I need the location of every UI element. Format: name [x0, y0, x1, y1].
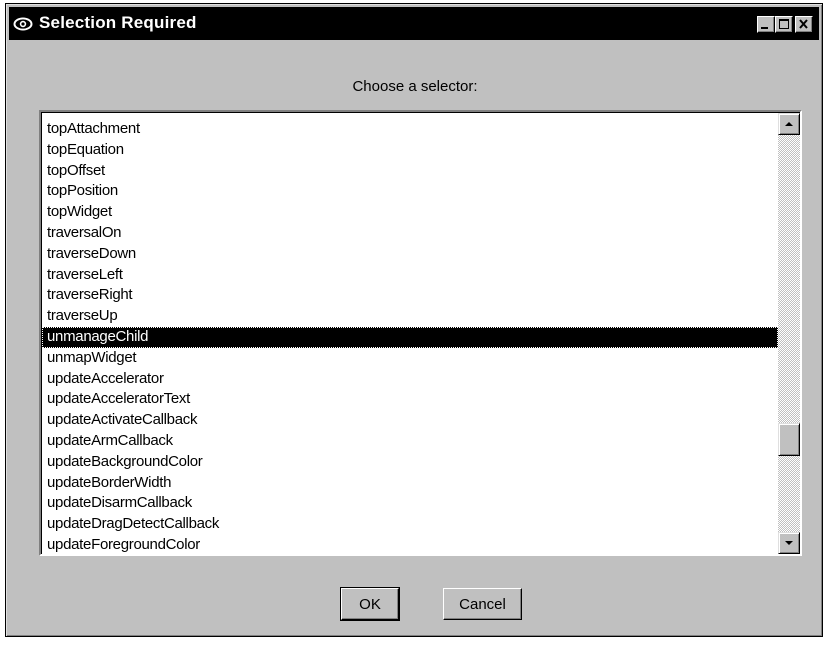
list-item[interactable]: traverseRight [42, 285, 778, 306]
title-bar[interactable]: Selection Required [9, 7, 819, 40]
scroll-up-button[interactable] [778, 113, 800, 135]
list-item-selected[interactable]: unmanageChild [42, 326, 778, 348]
list-item[interactable]: updateBorderWidth [42, 473, 778, 494]
prompt-label: Choose a selector: [352, 78, 478, 95]
list-item[interactable]: topWidget [42, 202, 778, 223]
selection-dialog: Selection Required Choose a selector: to… [5, 3, 823, 637]
scroll-thumb[interactable] [778, 423, 800, 456]
arrow-up-icon [785, 122, 793, 126]
minimize-icon[interactable] [757, 16, 775, 33]
list-item[interactable]: traverseUp [42, 306, 778, 327]
list-item[interactable]: topEquation [42, 140, 778, 161]
list-item[interactable]: traversalOn [42, 223, 778, 244]
list-item[interactable]: unmapWidget [42, 348, 778, 369]
maximize-icon[interactable] [775, 16, 793, 33]
list-item[interactable]: updateBackgroundColor [42, 452, 778, 473]
list-item[interactable]: updateActivateCallback [42, 410, 778, 431]
list-item[interactable]: updateArmCallback [42, 431, 778, 452]
list-item[interactable]: topOffset [42, 161, 778, 182]
list-item[interactable]: updateAcceleratorText [42, 389, 778, 410]
window-title: Selection Required [39, 13, 197, 32]
ok-button[interactable]: OK [340, 587, 400, 621]
vertical-scrollbar[interactable] [778, 113, 800, 554]
list-item[interactable]: traverseDown [42, 244, 778, 265]
selector-listbox[interactable]: topAttachment topEquation topOffset topPosi… [39, 110, 802, 556]
close-icon[interactable] [795, 16, 813, 33]
selector-list[interactable]: topAttachment topEquation topOffset topPosi… [42, 113, 778, 554]
list-item[interactable]: updateDragDetectCallback [42, 514, 778, 535]
cancel-button[interactable]: Cancel [443, 588, 522, 620]
list-item[interactable]: updateAccelerator [42, 369, 778, 390]
list-item[interactable]: topAttachment [42, 119, 778, 140]
list-item[interactable]: updateForegroundColor [42, 535, 778, 554]
list-item[interactable]: topPosition [42, 181, 778, 202]
list-item[interactable]: updateDisarmCallback [42, 493, 778, 514]
scroll-down-button[interactable] [778, 532, 800, 554]
list-item[interactable]: traverseLeft [42, 265, 778, 286]
arrow-down-icon [785, 541, 793, 545]
eye-icon[interactable] [13, 15, 33, 33]
